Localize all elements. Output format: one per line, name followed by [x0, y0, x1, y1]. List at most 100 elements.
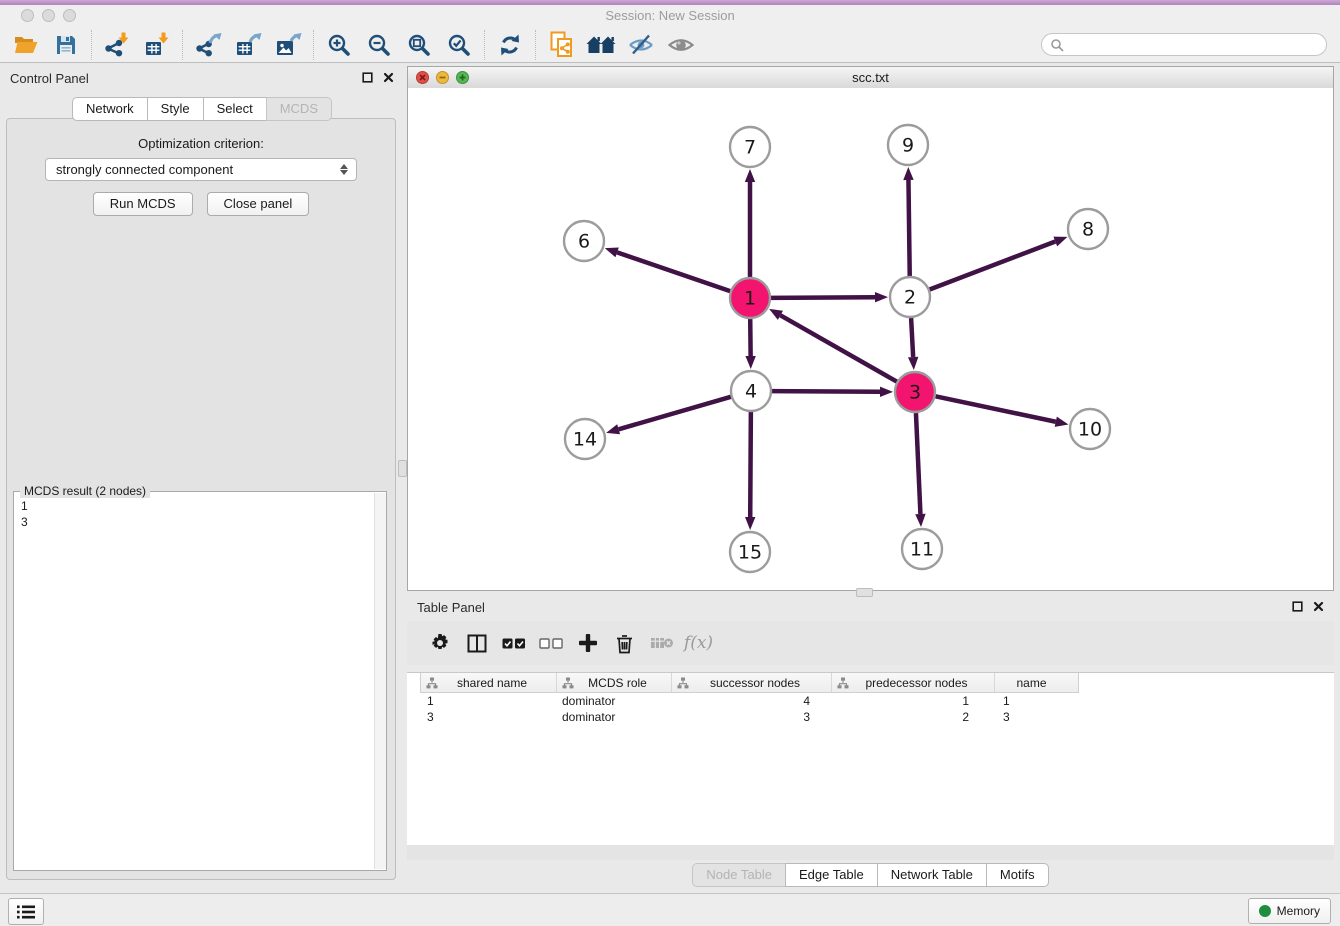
- panel-list-button[interactable]: [8, 898, 44, 925]
- graph-edge-4-3[interactable]: [772, 391, 880, 392]
- save-session-button[interactable]: [46, 29, 86, 61]
- add-row-button[interactable]: [569, 626, 606, 660]
- horizontal-splitter-handle[interactable]: [856, 588, 873, 597]
- graph-edge-1-2[interactable]: [771, 297, 875, 298]
- homes-icon: [586, 34, 616, 56]
- optimization-criterion-select[interactable]: strongly connected component: [45, 158, 357, 181]
- mcds-result-scrollbar[interactable]: [374, 493, 386, 869]
- delete-row-button[interactable]: [606, 626, 643, 660]
- cell-predecessor-nodes: 1: [830, 694, 993, 708]
- float-panel-icon[interactable]: [362, 72, 373, 83]
- column-header-shared-name[interactable]: shared name: [421, 673, 556, 692]
- homes-button[interactable]: [581, 29, 621, 61]
- deselect-all-button[interactable]: [532, 626, 569, 660]
- export-table-icon: [235, 32, 262, 57]
- column-header-successor-nodes[interactable]: successor nodes: [671, 673, 831, 692]
- open-session-button[interactable]: [6, 29, 46, 61]
- network-canvas[interactable]: 7968124314101511: [408, 88, 1333, 590]
- open-folder-icon: [14, 34, 39, 56]
- tab-node-table[interactable]: Node Table: [692, 863, 786, 887]
- tab-edge-table[interactable]: Edge Table: [785, 863, 878, 887]
- float-table-panel-icon[interactable]: [1292, 601, 1303, 612]
- delete-table-icon: [650, 635, 674, 651]
- zoom-in-icon: [327, 33, 351, 57]
- memory-status-icon: [1259, 905, 1271, 917]
- graph-edge-arrowhead: [1053, 237, 1067, 247]
- zoom-out-icon: [367, 33, 391, 57]
- select-stepper-icon: [335, 164, 353, 175]
- close-table-panel-icon[interactable]: [1313, 601, 1324, 612]
- show-column-button[interactable]: [458, 626, 495, 660]
- table-row[interactable]: 1 dominator 4 1 1: [420, 693, 1077, 709]
- table-panel-header: Table Panel: [407, 595, 1334, 619]
- table-row[interactable]: 3 dominator 3 2 3: [420, 709, 1077, 725]
- mcds-result-text[interactable]: 1 3: [14, 494, 374, 870]
- graph-node-label: 9: [902, 135, 914, 157]
- table-toolbar: f(x): [407, 621, 1334, 665]
- save-floppy-icon: [55, 34, 77, 56]
- hide-eye-button[interactable]: [621, 29, 661, 61]
- graph-edge-2-9[interactable]: [908, 180, 909, 276]
- control-panel: Control Panel Network Style Select MCDS …: [0, 66, 404, 890]
- toolbar-separator: [182, 30, 183, 60]
- graph-edge-arrowhead: [880, 387, 893, 397]
- zoom-fit-button[interactable]: [399, 29, 439, 61]
- zoom-in-button[interactable]: [319, 29, 359, 61]
- export-table-button[interactable]: [228, 29, 268, 61]
- graph-edge-3-1[interactable]: [780, 315, 896, 381]
- show-eye-button[interactable]: [661, 29, 701, 61]
- graph-edge-4-14[interactable]: [619, 397, 731, 429]
- toolbar-separator: [535, 30, 536, 60]
- graph-edge-2-8[interactable]: [930, 241, 1056, 289]
- select-all-button[interactable]: [495, 626, 532, 660]
- export-image-button[interactable]: [268, 29, 308, 61]
- close-panel-button[interactable]: Close panel: [207, 192, 310, 216]
- tab-select[interactable]: Select: [203, 97, 267, 121]
- trash-icon: [615, 633, 634, 654]
- import-table-button[interactable]: [137, 29, 177, 61]
- duplicate-network-button[interactable]: [541, 29, 581, 61]
- graph-edge-4-15[interactable]: [750, 412, 751, 517]
- cell-mcds-role: dominator: [555, 710, 670, 724]
- refresh-icon: [498, 33, 522, 57]
- cell-mcds-role: dominator: [555, 694, 670, 708]
- tab-mcds[interactable]: MCDS: [266, 97, 332, 121]
- close-panel-icon[interactable]: [383, 72, 394, 83]
- graph-edge-arrowhead: [745, 356, 755, 369]
- mcds-result-field: MCDS result (2 nodes) 1 3: [13, 491, 387, 871]
- search-input[interactable]: [1068, 37, 1326, 53]
- graph-edge-2-3[interactable]: [911, 318, 913, 357]
- tab-network[interactable]: Network: [72, 97, 148, 121]
- function-builder-button[interactable]: f(x): [680, 626, 717, 660]
- graph-edge-3-10[interactable]: [936, 396, 1056, 421]
- column-header-mcds-role[interactable]: MCDS role: [556, 673, 671, 692]
- graph-edge-arrowhead: [1055, 417, 1069, 427]
- settings-gear-icon: [430, 633, 450, 653]
- zoom-out-button[interactable]: [359, 29, 399, 61]
- table-horizontal-scrollbar[interactable]: [407, 845, 1334, 860]
- refresh-button[interactable]: [490, 29, 530, 61]
- table-settings-button[interactable]: [421, 626, 458, 660]
- export-image-icon: [275, 32, 302, 57]
- graph-edge-3-11[interactable]: [916, 413, 921, 514]
- toolbar-separator: [484, 30, 485, 60]
- function-builder-icon: f(x): [684, 633, 713, 653]
- tab-motifs[interactable]: Motifs: [986, 863, 1049, 887]
- tab-style[interactable]: Style: [147, 97, 204, 121]
- tab-network-table[interactable]: Network Table: [877, 863, 987, 887]
- run-mcds-button[interactable]: Run MCDS: [93, 192, 193, 216]
- export-network-button[interactable]: [188, 29, 228, 61]
- graph-node-label: 8: [1082, 219, 1094, 241]
- toolbar-separator: [313, 30, 314, 60]
- status-bar: Memory: [0, 893, 1340, 926]
- memory-button[interactable]: Memory: [1248, 898, 1331, 924]
- graph-edge-1-6[interactable]: [617, 252, 730, 291]
- delete-table-button[interactable]: [643, 626, 680, 660]
- vertical-splitter-handle[interactable]: [398, 460, 407, 477]
- control-panel-header: Control Panel: [0, 66, 404, 90]
- import-network-button[interactable]: [97, 29, 137, 61]
- search-box[interactable]: [1041, 33, 1327, 56]
- zoom-selected-button[interactable]: [439, 29, 479, 61]
- column-header-name[interactable]: name: [994, 673, 1078, 692]
- column-header-predecessor-nodes[interactable]: predecessor nodes: [831, 673, 994, 692]
